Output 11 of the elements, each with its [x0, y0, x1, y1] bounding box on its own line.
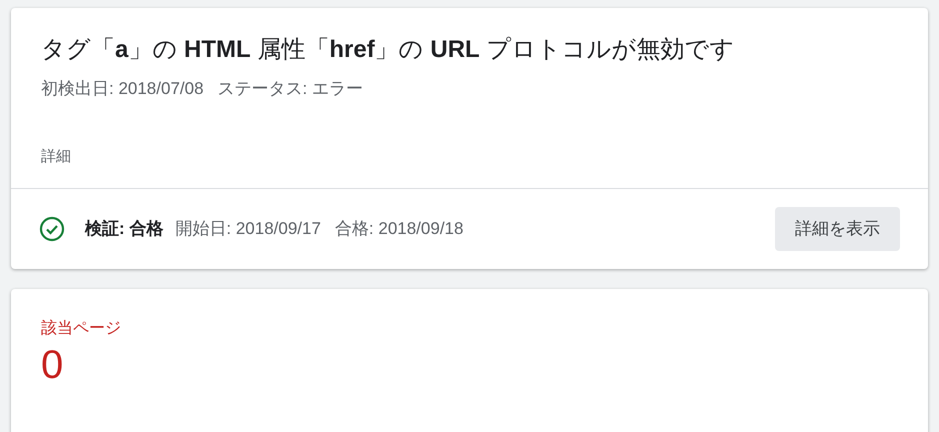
affected-pages-count: 0 — [41, 342, 64, 389]
validation-result: 検証: 合格 — [85, 218, 164, 240]
check-circle-icon — [39, 216, 65, 242]
show-details-button[interactable]: 詳細を表示 — [775, 207, 900, 251]
issue-title: タグ「a」の HTML 属性「href」の URL プロトコルが無効です — [41, 35, 736, 65]
first-detected-date: 初検出日: 2018/07/08 — [41, 78, 204, 100]
validation-start-date: 開始日: 2018/09/17 — [175, 218, 321, 240]
validation-passed-date: 合格: 2018/09/18 — [334, 218, 464, 240]
affected-pages-label: 該当ページ — [41, 318, 122, 339]
issue-status: ステータス: エラー — [218, 78, 363, 100]
details-label: 詳細 — [41, 146, 72, 166]
